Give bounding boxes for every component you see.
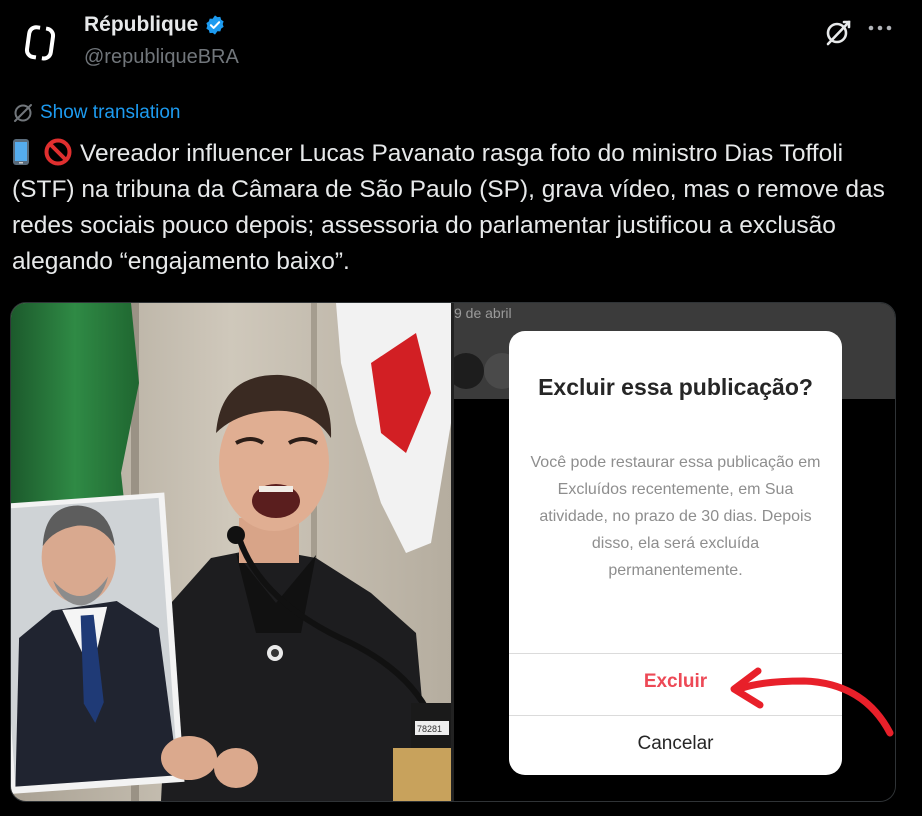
no-entry-emoji — [44, 138, 72, 166]
account-handle[interactable]: @republiqueBRA — [84, 46, 239, 69]
dimmed-avatars — [454, 353, 514, 389]
post-header: République @republiqueBRA — [0, 0, 922, 90]
tweet-text: Vereador influencer Lucas Pavanato rasga… — [12, 140, 885, 275]
dialog-body: Você pode restaurar essa publicação em E… — [530, 454, 821, 579]
grok-button[interactable] — [822, 16, 854, 48]
verified-badge-icon — [206, 15, 224, 35]
account-avatar[interactable] — [14, 16, 68, 70]
red-arrow-icon — [730, 667, 894, 737]
translate-icon — [14, 104, 32, 122]
more-options-button[interactable] — [866, 14, 894, 42]
show-translation-label[interactable]: Show translation — [40, 102, 180, 124]
mic-label: 78281 — [417, 724, 442, 734]
tweet-body: Vereador influencer Lucas Pavanato rasga… — [12, 136, 892, 280]
media-photo-councilman[interactable]: 78281 — [11, 303, 451, 801]
post-date-label: 9 de abril — [454, 305, 512, 321]
dialog-title: Excluir essa publicação? — [538, 374, 813, 400]
mobile-phone-emoji — [13, 139, 29, 165]
display-name[interactable]: République — [84, 13, 198, 37]
more-icon — [868, 25, 892, 31]
show-translation-link[interactable]: Show translation — [12, 102, 180, 124]
media-grid: 78281 9 de abril Excluir essa publicação… — [10, 302, 896, 802]
media-screenshot-delete-dialog[interactable]: 9 de abril Excluir essa publicação? Você… — [454, 303, 895, 801]
grok-icon — [826, 20, 851, 46]
councilman-photo-image: 78281 — [11, 303, 451, 801]
republique-logo-icon — [14, 16, 68, 70]
